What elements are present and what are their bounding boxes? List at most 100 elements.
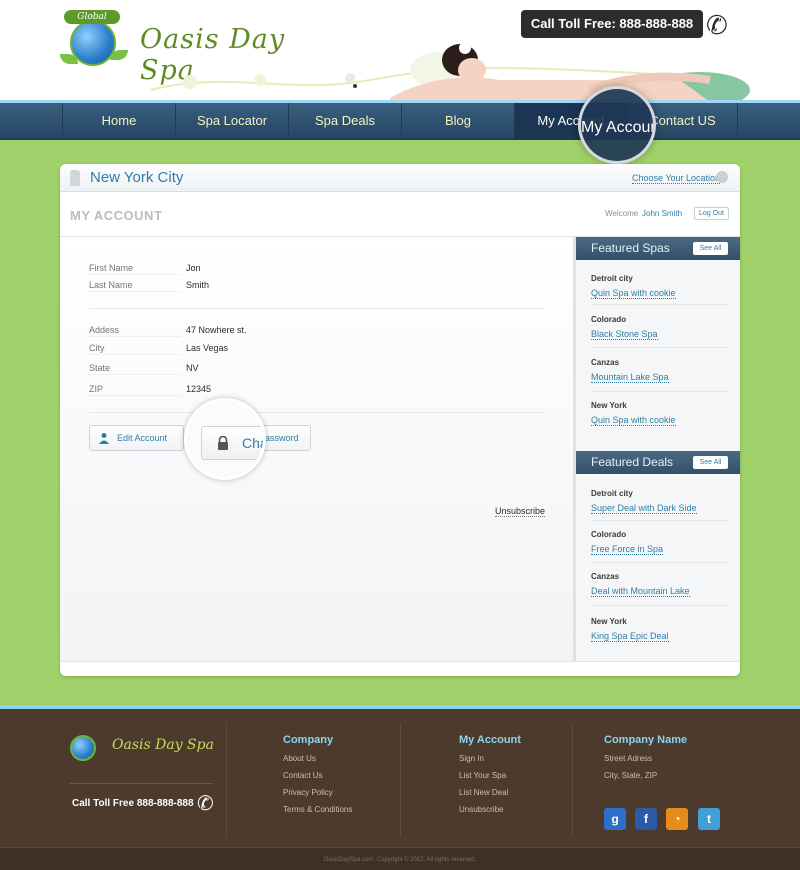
field-value: Jon [186,263,201,273]
logout-button[interactable]: Log Out [694,207,729,220]
spa-link[interactable]: Black Stone Spa [591,329,658,340]
divider [591,391,728,392]
footer-link-list-deal[interactable]: List New Deal [459,788,521,797]
user-icon [99,433,109,444]
divider [89,308,544,309]
footer-heading: Company Name [604,734,688,746]
deal-location: Canzas [591,572,620,581]
divider [591,304,728,305]
deal-link[interactable]: Super Deal with Dark Side [591,503,697,514]
sidebar: Featured Spas See All Detroit city Quin … [573,237,740,661]
copyright-bar: OasisDaySpa.com. Copyright © 2012. All r… [0,847,800,870]
spa-location: Detroit city [591,274,633,283]
footer-link-contact[interactable]: Contact Us [283,771,352,780]
field-label: Last Name [89,280,181,292]
featured-deals-header: Featured Deals See All [576,451,740,474]
deal-location: New York [591,617,627,626]
field-label: First Name [89,263,181,275]
footer-logo[interactable]: Oasis Day Spa [70,731,220,767]
nav-spa-deals[interactable]: Spa Deals [288,103,401,139]
account-header: MY ACCOUNT Welcome John Smith Log Out [60,192,740,237]
field-value: Smith [186,280,210,290]
toll-free-badge: Call Toll Free: 888-888-888 [521,10,703,38]
footer-account-column: My Account Sign In List Your Spa List Ne… [459,734,521,814]
footer-heading: Company [283,734,334,746]
location-pin-icon[interactable] [716,171,728,183]
change-password-label: assword [265,433,299,443]
user-name-link[interactable]: John Smith [642,209,682,218]
footer-address-line: Street Adress [604,754,653,763]
unsubscribe-link[interactable]: Unsubscribe [495,506,546,517]
footer-company-name-column: Company Name Street Adress City, State, … [604,734,687,780]
footer-link-terms[interactable]: Terms & Conditions [283,805,352,814]
deal-link[interactable]: Deal with Mountain Lake [591,586,690,597]
main-nav: Home Spa Locator Spa Deals Blog My Accou… [0,100,800,140]
nav-home[interactable]: Home [62,103,175,139]
footer-link-unsubscribe[interactable]: Unsubscribe [459,805,521,814]
featured-spas-title: Featured Spas [591,241,670,255]
nav-blog[interactable]: Blog [401,103,514,139]
spa-link[interactable]: Mountain Lake Spa [591,372,669,383]
footer-link-privacy[interactable]: Privacy Policy [283,788,352,797]
spa-location: Canzas [591,358,620,367]
field-value: 12345 [186,384,212,394]
footer-heading: My Account [459,734,521,746]
featured-spa-item: Colorado Black Stone Spa [591,315,728,342]
nav-spa-locator[interactable]: Spa Locator [175,103,288,139]
field-value: NV [186,363,199,373]
divider [591,605,728,606]
featured-spa-item: Canzas Mountain Lake Spa [591,358,728,385]
zoomed-change-password-button: Cha [201,426,263,460]
spa-link[interactable]: Quin Spa with cookie [591,415,676,426]
facebook-icon[interactable]: f [635,808,657,830]
divider [400,723,401,837]
welcome-text: Welcome [605,209,639,218]
deal-location: Colorado [591,530,627,539]
divider [591,520,728,521]
rss-icon[interactable]: ◔ [666,808,688,830]
footer-toll-free: Call Toll Free 888-888-888 [72,798,194,809]
divider [226,723,227,837]
page-title: MY ACCOUNT [70,208,163,223]
globe-icon [70,735,96,761]
footer-company-column: Company About Us Contact Us Privacy Poli… [283,734,352,814]
see-all-spas-button[interactable]: See All [693,242,728,255]
choose-location-link[interactable]: Choose Your Location [632,173,721,184]
logo-badge: Global [64,10,120,24]
footer-link-list-spa[interactable]: List Your Spa [459,771,521,780]
divider [591,347,728,348]
edit-account-button[interactable]: Edit Account [89,425,184,451]
spa-location: Colorado [591,315,627,324]
footer-address-line: City, State, ZIP [604,771,658,780]
divider [591,562,728,563]
google-icon[interactable]: g [604,808,626,830]
footer-brand-name: Oasis Day Spa [112,737,214,753]
lock-icon [218,436,228,450]
card-footer-strip [60,661,740,676]
copyright-text: OasisDaySpa.com. Copyright © 2012. All r… [323,857,477,863]
featured-deal-item: New York King Spa Epic Deal [591,617,728,644]
featured-deal-item: Canzas Deal with Mountain Lake [591,572,728,599]
button-zoom-lens: Cha [184,398,266,480]
current-city: New York City [90,169,184,186]
divider [89,412,544,413]
leaf-icon [110,50,128,60]
edit-account-label: Edit Account [117,433,168,443]
featured-spa-item: New York Quin Spa with cookie [591,401,728,428]
field-label: City [89,343,181,355]
footer-link-sign-in[interactable]: Sign In [459,754,521,763]
spa-location: New York [591,401,627,410]
field-label: ZIP [89,384,181,396]
account-card: New York City Choose Your Location MY AC… [60,164,740,676]
spa-link[interactable]: Quin Spa with cookie [591,288,676,299]
divider [572,723,573,837]
building-icon [70,170,80,186]
twitter-icon[interactable]: t [698,808,720,830]
account-details: First Name Jon Last Name Smith Addess 47… [60,237,573,661]
field-label: State [89,363,181,375]
featured-spas-header: Featured Spas See All [576,237,740,260]
deal-link[interactable]: King Spa Epic Deal [591,631,669,642]
see-all-deals-button[interactable]: See All [693,456,728,469]
deal-link[interactable]: Free Force in Spa [591,544,664,555]
footer-link-about[interactable]: About Us [283,754,352,763]
